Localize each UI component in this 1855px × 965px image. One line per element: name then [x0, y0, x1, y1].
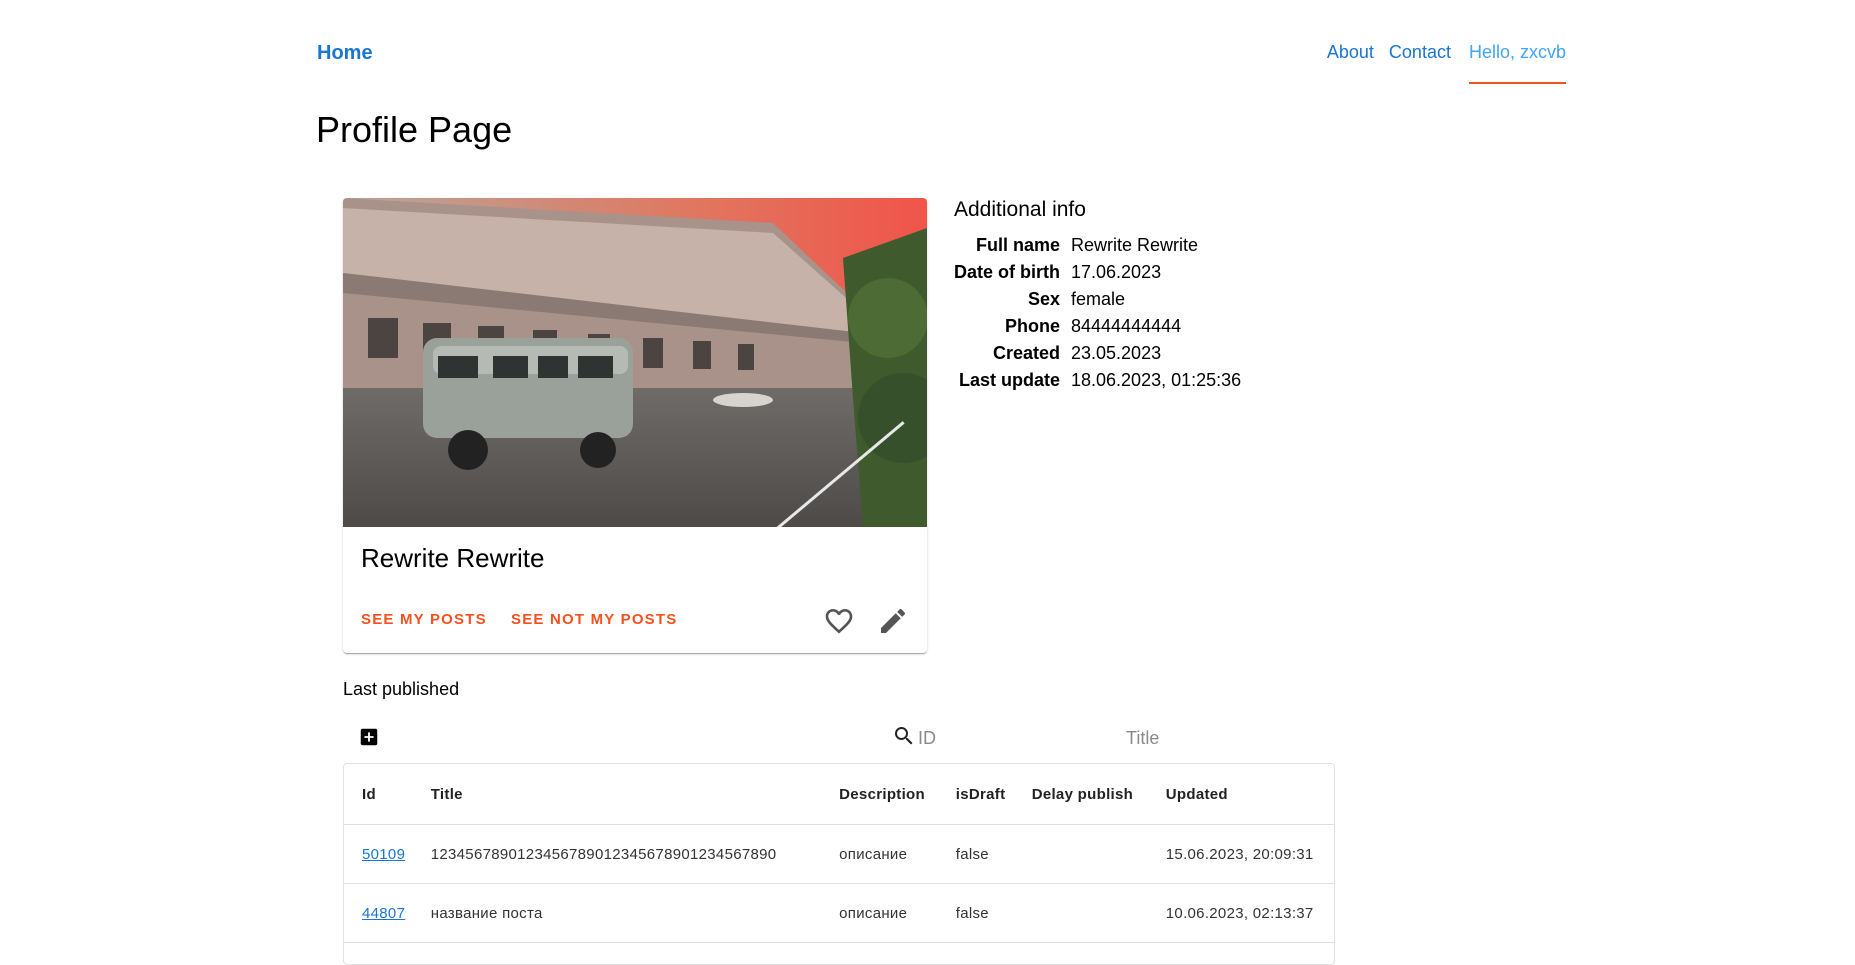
favorite-button[interactable]	[823, 605, 855, 637]
post-id-link[interactable]: 44807	[362, 905, 405, 922]
user-greeting: Hello, zxcvb	[1469, 42, 1566, 62]
additional-info-table: Full name Rewrite Rewrite Date of birth …	[954, 234, 1241, 396]
pencil-edit-icon	[877, 605, 909, 637]
posts-table: Id Title Description isDraft Delay publi…	[344, 764, 1334, 965]
post-isdraft-cell: false	[938, 884, 1014, 943]
profile-name: Rewrite Rewrite	[361, 543, 545, 574]
table-row: 50109 1234567890123456789012345678901234…	[344, 825, 1334, 884]
id-filter-input[interactable]	[916, 724, 1110, 752]
info-key: Created	[954, 342, 1071, 369]
column-header-delay-publish[interactable]: Delay publish	[1014, 764, 1148, 825]
table-header-row: Id Title Description isDraft Delay publi…	[344, 764, 1334, 825]
search-icon	[892, 724, 916, 748]
column-header-description[interactable]: Description	[821, 764, 938, 825]
user-menu[interactable]: Hello, zxcvb	[1469, 42, 1566, 84]
page-title: Profile Page	[316, 109, 512, 151]
additional-info-title: Additional info	[954, 198, 1086, 222]
info-row-date-of-birth: Date of birth 17.06.2023	[954, 261, 1241, 288]
posts-table-container: Id Title Description isDraft Delay publi…	[343, 763, 1335, 965]
post-title-cell: 1234567890123456789012345678901234567890	[413, 825, 821, 884]
info-row-sex: Sex female	[954, 288, 1241, 315]
info-key: Full name	[954, 234, 1071, 261]
info-value: Rewrite Rewrite	[1071, 234, 1241, 261]
edit-profile-button[interactable]	[877, 605, 909, 637]
info-value: 18.06.2023, 01:25:36	[1071, 369, 1241, 396]
table-row-placeholder	[344, 943, 1334, 965]
post-isdraft-cell: false	[938, 825, 1014, 884]
heart-outline-icon	[823, 605, 855, 637]
last-published-heading: Last published	[343, 679, 459, 700]
post-updated-cell: 10.06.2023, 02:13:37	[1148, 884, 1334, 943]
post-updated-cell: 15.06.2023, 20:09:31	[1148, 825, 1334, 884]
info-key: Last update	[954, 369, 1071, 396]
profile-photo	[343, 198, 927, 527]
post-title-cell: название поста	[413, 884, 821, 943]
profile-card: Rewrite Rewrite SEE MY POSTS SEE NOT MY …	[343, 198, 927, 653]
nav-home-link[interactable]: Home	[317, 42, 373, 65]
info-value: female	[1071, 288, 1241, 315]
title-filter-input[interactable]	[1124, 724, 1328, 752]
post-id-cell: 44807	[344, 884, 413, 943]
post-description-cell: описание	[821, 884, 938, 943]
info-value: 23.05.2023	[1071, 342, 1241, 369]
column-header-isdraft[interactable]: isDraft	[938, 764, 1014, 825]
info-key: Sex	[954, 288, 1071, 315]
table-row	[344, 943, 1334, 965]
see-not-my-posts-button[interactable]: SEE NOT MY POSTS	[511, 611, 677, 628]
info-row-full-name: Full name Rewrite Rewrite	[954, 234, 1241, 261]
post-delay-cell	[1014, 884, 1148, 943]
post-delay-cell	[1014, 825, 1148, 884]
info-row-last-update: Last update 18.06.2023, 01:25:36	[954, 369, 1241, 396]
column-header-id[interactable]: Id	[344, 764, 413, 825]
column-header-updated[interactable]: Updated	[1148, 764, 1334, 825]
nav-contact-link[interactable]: Contact	[1389, 42, 1451, 63]
top-nav: About Contact Hello, zxcvb	[1312, 42, 1566, 84]
info-value: 17.06.2023	[1071, 261, 1241, 288]
post-description-cell: описание	[821, 825, 938, 884]
info-row-created: Created 23.05.2023	[954, 342, 1241, 369]
post-id-cell: 50109	[344, 825, 413, 884]
add-post-icon[interactable]	[358, 726, 380, 748]
nav-about-link[interactable]: About	[1327, 42, 1374, 63]
info-value: 84444444444	[1071, 315, 1241, 342]
column-header-title[interactable]: Title	[413, 764, 821, 825]
table-row: 44807 название поста описание false 10.0…	[344, 884, 1334, 943]
see-my-posts-button[interactable]: SEE MY POSTS	[361, 611, 487, 628]
info-key: Date of birth	[954, 261, 1071, 288]
info-key: Phone	[954, 315, 1071, 342]
info-row-phone: Phone 84444444444	[954, 315, 1241, 342]
active-underline	[1469, 82, 1566, 84]
post-id-link[interactable]: 50109	[362, 846, 405, 863]
